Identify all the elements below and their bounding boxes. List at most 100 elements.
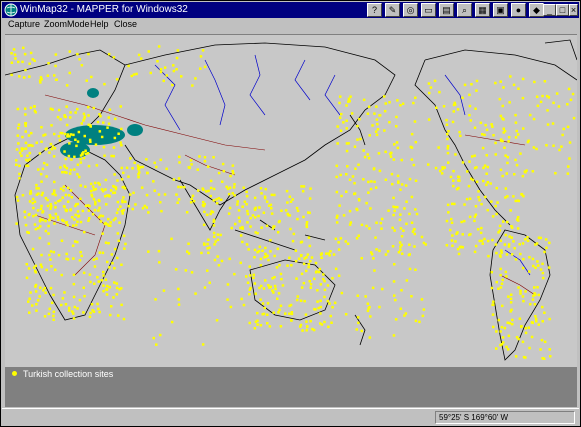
collection-site-dot <box>276 297 279 300</box>
collection-site-dot <box>38 152 42 155</box>
collection-site-dot <box>548 348 551 351</box>
display-tool-icon[interactable]: ▭ <box>421 3 436 17</box>
print-tool-icon[interactable]: ▤ <box>439 3 454 17</box>
collection-site-dot <box>120 178 124 181</box>
collection-site-dot <box>97 280 100 283</box>
color-tool-icon[interactable]: ◆ <box>529 3 544 17</box>
collection-site-dot <box>358 117 361 121</box>
collection-site-dot <box>263 195 267 198</box>
collection-site-dot <box>401 252 404 255</box>
collection-site-dot <box>541 94 544 98</box>
collection-site-dot <box>522 355 526 359</box>
menu-capture[interactable]: Capture <box>8 19 40 29</box>
collection-site-dot <box>362 178 365 181</box>
collection-site-dot <box>337 274 341 277</box>
collection-site-dot <box>520 325 523 329</box>
collection-site-dot <box>368 227 371 230</box>
collection-site-dot <box>18 172 21 176</box>
collection-site-dot <box>159 201 162 204</box>
collection-site-dot <box>137 53 141 57</box>
collection-site-dot <box>116 256 119 260</box>
collection-site-dot <box>480 239 484 243</box>
record-tool-icon[interactable]: ● <box>511 3 526 17</box>
collection-site-dot <box>279 272 283 276</box>
collection-site-dot <box>537 264 540 267</box>
collection-site-dot <box>68 71 71 75</box>
collection-site-dot <box>95 164 99 167</box>
collection-site-dot <box>64 132 67 136</box>
menu-help[interactable]: Help <box>90 19 109 29</box>
photo-tool-icon[interactable]: ▣ <box>493 3 508 17</box>
collection-site-dot <box>135 72 138 76</box>
collection-site-dot <box>362 149 365 152</box>
collection-site-dot <box>256 323 259 326</box>
collection-site-dot <box>111 261 114 265</box>
collection-site-dot <box>427 163 430 166</box>
collection-site-dot <box>187 252 191 255</box>
collection-site-dot <box>215 319 219 322</box>
collection-site-dot <box>21 194 25 197</box>
collection-site-dot <box>329 314 332 318</box>
collection-site-dot <box>201 187 204 190</box>
collection-site-dot <box>210 210 213 213</box>
collection-site-dot <box>232 172 235 175</box>
collection-site-dot <box>408 177 412 181</box>
collection-site-dot <box>120 127 123 131</box>
collection-site-dot <box>507 140 510 143</box>
minimize-button[interactable]: _ <box>543 4 556 16</box>
collection-site-dot <box>560 145 563 148</box>
map-tool-icon[interactable]: ✎ <box>385 3 400 17</box>
collection-site-dot <box>47 242 51 245</box>
collection-site-dot <box>254 231 257 234</box>
maximize-button[interactable]: □ <box>556 4 569 16</box>
collection-site-dot <box>100 279 103 282</box>
world-map[interactable] <box>5 34 577 367</box>
collection-site-dot <box>73 240 77 243</box>
collection-site-dot <box>508 101 511 104</box>
collection-site-dot <box>541 271 545 275</box>
collection-site-dot <box>342 214 346 217</box>
collection-site-dot <box>29 190 32 193</box>
menu-zoommode[interactable]: ZoomMode <box>44 19 90 29</box>
collection-site-dot <box>54 64 57 68</box>
collection-site-dot <box>340 112 343 116</box>
collection-site-dot <box>351 175 355 178</box>
collection-site-dot <box>495 186 498 190</box>
menu-close[interactable]: Close <box>114 19 137 29</box>
close-button[interactable]: × <box>569 4 578 16</box>
collection-site-dot <box>98 251 102 254</box>
collection-site-dot <box>98 206 101 210</box>
collection-site-dot <box>91 213 95 216</box>
collection-site-dot <box>300 254 303 257</box>
collection-site-dot <box>543 340 547 344</box>
collection-site-dot <box>371 286 375 290</box>
collection-site-dot <box>72 273 76 277</box>
help-tool-icon[interactable]: ? <box>367 3 382 17</box>
collection-site-dot <box>27 134 31 137</box>
collection-site-dot <box>368 305 371 309</box>
collection-site-dot <box>39 286 42 289</box>
collection-site-dot <box>450 239 454 242</box>
collection-site-dot <box>375 118 379 121</box>
collection-site-dot <box>470 83 473 86</box>
collection-site-dot <box>477 196 480 199</box>
collection-site-dot <box>67 154 71 158</box>
globe-tool-icon[interactable]: ◎ <box>403 3 418 17</box>
collection-site-dot <box>207 238 210 241</box>
collection-site-dot <box>102 284 105 287</box>
collection-site-dot <box>474 244 478 248</box>
collection-site-dot <box>137 168 141 171</box>
collection-site-dot <box>394 298 397 302</box>
collection-site-dot <box>333 301 337 305</box>
grid-tool-icon[interactable]: ▦ <box>475 3 490 17</box>
collection-site-dot <box>571 92 575 96</box>
collection-site-dot <box>48 253 51 257</box>
collection-site-dot <box>68 306 71 310</box>
collection-site-dot <box>463 203 466 206</box>
collection-site-dot <box>79 197 82 200</box>
collection-site-dot <box>41 218 44 222</box>
collection-site-dot <box>329 250 332 253</box>
collection-site-dot <box>200 251 203 255</box>
search-tool-icon[interactable]: ⌕ <box>457 3 472 17</box>
collection-site-dot <box>501 117 504 120</box>
